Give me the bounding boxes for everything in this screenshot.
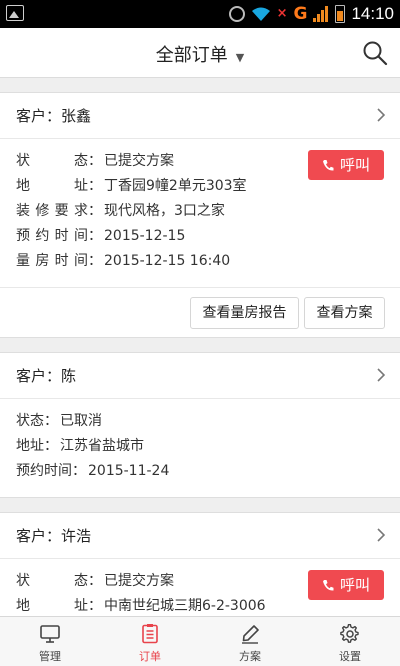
phone-icon: [322, 160, 334, 171]
tab-settings[interactable]: 设置: [300, 617, 400, 666]
clock: 14:10: [351, 4, 394, 23]
wifi-icon: [251, 6, 271, 22]
detail-label: 地址: [16, 438, 44, 454]
detail-label: 装修要求: [16, 203, 88, 219]
tab-label: 方案: [239, 650, 261, 663]
detail-value: 现代风格，3口之家: [104, 203, 225, 219]
detail-value: 2015-11-24: [88, 463, 170, 479]
chevron-right-icon: [377, 108, 386, 122]
customer-name: 陈: [61, 367, 77, 385]
bottom-tab-bar: 管理 订单 方案 设置: [0, 616, 400, 666]
detail-value: 已提交方案: [104, 153, 174, 169]
tab-label: 订单: [139, 650, 161, 663]
detail-value: 丁香园9幢2单元303室: [104, 178, 247, 194]
alarm-icon: [228, 6, 245, 22]
detail-value: 已提交方案: [104, 573, 174, 589]
order-card: 客户：陈 状态： 已取消 地址： 江苏省盐城市 预约时间： 2015-11-24: [0, 352, 400, 498]
call-button[interactable]: 呼叫: [308, 150, 384, 180]
call-button-label: 呼叫: [339, 156, 370, 174]
battery-icon: [335, 5, 346, 23]
detail-label: 地址: [16, 178, 88, 194]
detail-label: 状态: [16, 413, 44, 429]
call-button[interactable]: 呼叫: [308, 570, 384, 600]
detail-row-status: 状态： 已取消: [16, 409, 384, 434]
detail-row-measure-time: 量房时间： 2015-12-15 16:40: [16, 249, 384, 274]
detail-value: 中南世纪城三期6-2-3006: [104, 598, 266, 614]
signal-icon: [313, 6, 329, 22]
tab-label: 管理: [39, 650, 61, 663]
page-title: 全部订单: [155, 45, 228, 66]
order-card-header[interactable]: 客户：许浩: [0, 513, 400, 559]
customer-name: 张鑫: [61, 107, 92, 125]
detail-label: 预约时间: [16, 463, 72, 479]
detail-row-requirement: 装修要求： 现代风格，3口之家: [16, 199, 384, 224]
call-button-label: 呼叫: [339, 576, 370, 594]
detail-label: 预约时间: [16, 228, 88, 244]
detail-label: 状态: [16, 153, 88, 169]
status-icons: × G 14:10: [228, 0, 394, 28]
customer-name: 许浩: [61, 527, 92, 545]
no-sim-icon: ×: [276, 6, 288, 21]
status-bar: × G 14:10: [0, 0, 400, 28]
detail-row-address: 地址： 江苏省盐城市: [16, 434, 384, 459]
edit-icon: [242, 625, 259, 644]
order-list-icon: [142, 624, 158, 644]
order-card-header[interactable]: 客户：张鑫: [0, 93, 400, 139]
order-filter-dropdown[interactable]: 全部订单 ▼: [0, 41, 400, 67]
detail-value: 2015-12-15 16:40: [104, 253, 231, 269]
network-type-icon: G: [293, 4, 308, 24]
detail-value: 2015-12-15: [104, 228, 186, 244]
order-actions: 查看量房报告 查看方案: [0, 287, 400, 337]
tab-manage[interactable]: 管理: [0, 617, 100, 666]
detail-value: 已取消: [60, 413, 102, 429]
phone-icon: [322, 580, 334, 591]
detail-value: 江苏省盐城市: [60, 438, 144, 454]
tab-plans[interactable]: 方案: [200, 617, 300, 666]
order-card: 客户：张鑫 呼叫 状态： 已提交方案 地址： 丁香园9幢2单元303室 装修要求：现…: [0, 92, 400, 338]
order-card-header[interactable]: 客户：陈: [0, 353, 400, 399]
view-plan-button[interactable]: 查看方案: [304, 297, 385, 329]
gear-icon: [340, 624, 359, 643]
chevron-right-icon: [377, 368, 386, 382]
detail-row-appointment: 预约时间： 2015-12-15: [16, 224, 384, 249]
order-card: 客户：许浩 呼叫 状态： 已提交方案 地址： 中南世纪城三期6-2-3006: [0, 512, 400, 616]
chevron-right-icon: [377, 528, 386, 542]
detail-label: 地址: [16, 598, 88, 614]
tab-orders[interactable]: 订单: [100, 617, 200, 666]
tab-label: 设置: [339, 650, 361, 663]
gallery-notification-icon: [6, 5, 24, 21]
view-measure-report-button[interactable]: 查看量房报告: [190, 297, 299, 329]
customer-label: 客户：: [16, 367, 62, 385]
dropdown-caret-icon: ▼: [235, 51, 245, 64]
customer-label: 客户：: [16, 107, 62, 125]
search-icon[interactable]: [362, 40, 388, 66]
detail-row-appointment: 预约时间： 2015-11-24: [16, 459, 384, 484]
monitor-icon: [40, 625, 60, 643]
app-header: 全部订单 ▼: [0, 28, 400, 78]
detail-label: 量房时间: [16, 253, 88, 269]
order-list[interactable]: 客户：张鑫 呼叫 状态： 已提交方案 地址： 丁香园9幢2单元303室 装修要求：现…: [0, 78, 400, 616]
customer-label: 客户：: [16, 527, 62, 545]
order-details: 状态： 已取消 地址： 江苏省盐城市 预约时间： 2015-11-24: [0, 399, 400, 484]
detail-label: 状态: [16, 573, 88, 589]
